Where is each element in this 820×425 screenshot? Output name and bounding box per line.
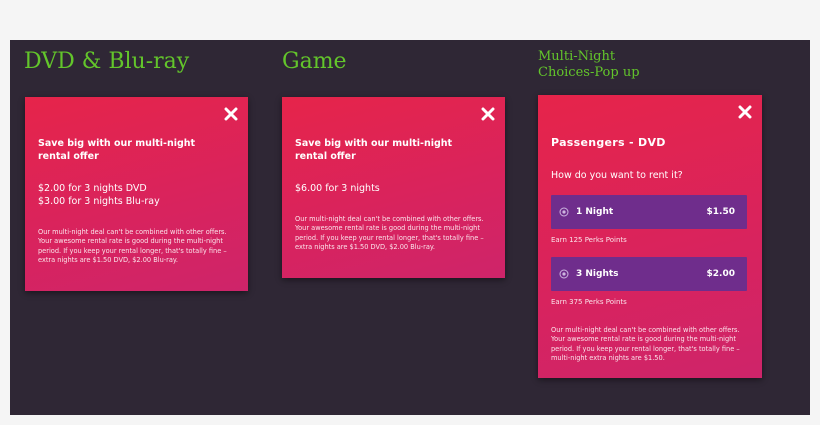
offer-prices: $6.00 for 3 nights [295, 182, 380, 195]
radio-icon[interactable] [559, 269, 569, 279]
price-line-bluray: $3.00 for 3 nights Blu-ray [38, 196, 160, 207]
perks-text: Earn 375 Perks Points [551, 298, 627, 306]
option-price: $1.50 [706, 207, 735, 217]
offer-prices: $2.00 for 3 nights DVD $3.00 for 3 night… [38, 182, 160, 208]
column-title-popup-line1: Multi-Night [538, 49, 616, 64]
price-line-dvd: $2.00 for 3 nights DVD [38, 183, 147, 194]
design-board: DVD & Blu-ray Game Multi-Night Choices-P… [10, 40, 810, 415]
price-line-game: $6.00 for 3 nights [295, 183, 380, 194]
option-label: 1 Night [576, 207, 614, 217]
radio-icon[interactable] [559, 207, 569, 217]
dvd-offer-card: Save big with our multi-night rental off… [25, 97, 248, 291]
column-title-game: Game [282, 49, 347, 74]
rental-option-3-nights[interactable]: 3 Nights $2.00 [551, 257, 747, 291]
offer-headline: Save big with our multi-night rental off… [38, 138, 196, 162]
popup-question: How do you want to rent it? [551, 170, 683, 181]
fine-print: Our multi-night deal can't be combined w… [38, 228, 227, 264]
close-icon[interactable] [481, 107, 495, 121]
game-offer-card: Save big with our multi-night rental off… [282, 97, 505, 278]
column-title-popup-line2: Choices-Pop up [538, 65, 640, 80]
perks-text: Earn 125 Perks Points [551, 236, 627, 244]
close-icon[interactable] [224, 107, 238, 121]
close-icon[interactable] [738, 105, 752, 119]
column-title-popup: Multi-Night Choices-Pop up [538, 49, 640, 81]
column-title-dvd: DVD & Blu-ray [24, 49, 190, 74]
rental-option-1-night[interactable]: 1 Night $1.50 [551, 195, 747, 229]
option-price: $2.00 [706, 269, 735, 279]
option-label: 3 Nights [576, 269, 619, 279]
multi-night-popup: Passengers - DVD How do you want to rent… [538, 95, 762, 378]
popup-title: Passengers - DVD [551, 136, 666, 149]
offer-headline: Save big with our multi-night rental off… [295, 138, 453, 162]
fine-print: Our multi-night deal can't be combined w… [551, 326, 740, 362]
fine-print: Our multi-night deal can't be combined w… [295, 215, 484, 251]
